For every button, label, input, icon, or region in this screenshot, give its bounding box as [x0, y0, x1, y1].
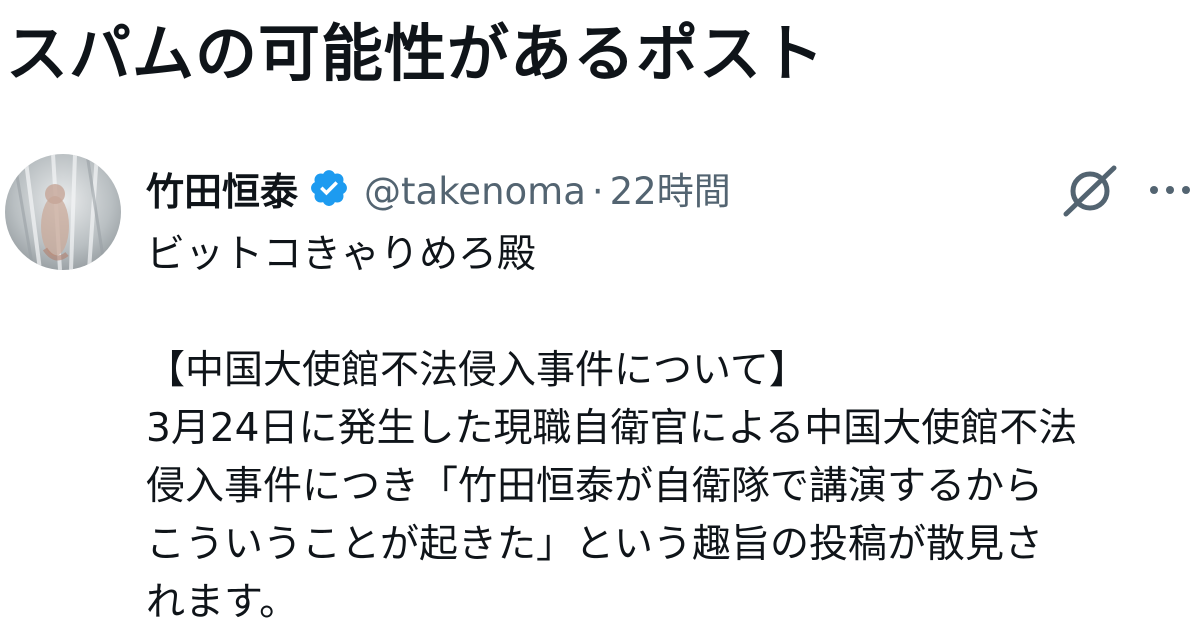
- verified-badge-icon[interactable]: [308, 167, 350, 209]
- post-text-blank-line: [146, 284, 1196, 342]
- post-text-line: 【中国大使館不法侵入事件について】: [146, 348, 808, 393]
- author-handle[interactable]: @takenoma: [364, 170, 586, 213]
- more-options-icon[interactable]: [1146, 168, 1194, 212]
- post-text: ビットコきゃりめろ殿 【中国大使館不法侵入事件について】 3月24日に発生した現…: [146, 226, 1196, 618]
- avatar[interactable]: [5, 154, 121, 270]
- post-header: 竹田恒泰 @takenoma · 22時間: [146, 158, 731, 218]
- grok-icon[interactable]: [1060, 162, 1122, 220]
- page-title: スパムの可能性があるポスト: [6, 17, 826, 90]
- separator-dot: ·: [591, 170, 604, 213]
- post-text-line: ビットコきゃりめろ殿: [146, 232, 537, 277]
- post-text-line: 侵入事件につき「竹田恒泰が自衛隊で講演するから: [146, 464, 1044, 509]
- post-text-line: れます。: [146, 580, 299, 618]
- post-text-line: こういうことが起きた」という趣旨の投稿が散見さ: [146, 522, 1044, 567]
- post-timestamp[interactable]: 22時間: [610, 170, 731, 213]
- post-text-line: 3月24日に発生した現職自衛官による中国大使館不法: [146, 406, 1078, 451]
- handle-and-time: @takenoma · 22時間: [364, 161, 731, 215]
- avatar-image: [5, 154, 121, 270]
- author-display-name[interactable]: 竹田恒泰: [146, 161, 298, 216]
- spam-post-screen: スパムの可能性があるポスト 竹田恒泰 @takenoma · 22時間 ビットコ…: [0, 0, 1200, 618]
- post[interactable]: 竹田恒泰 @takenoma · 22時間 ビットコきゃりめろ殿 【中国大使館不…: [0, 140, 1200, 618]
